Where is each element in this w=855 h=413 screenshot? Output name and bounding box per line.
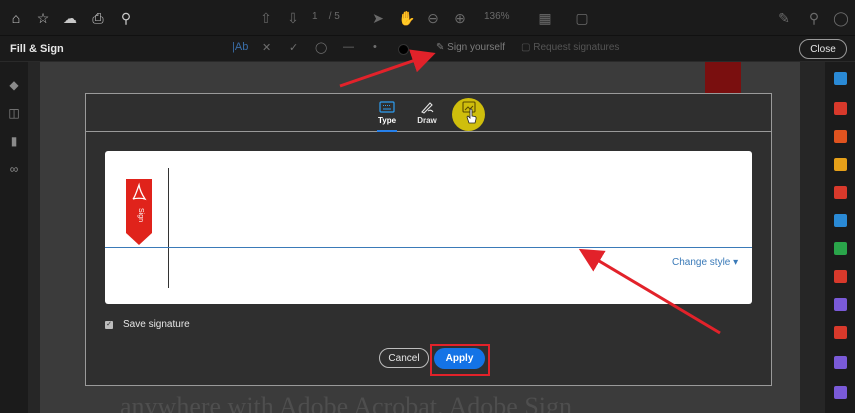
tab-type-label: Type <box>377 116 397 125</box>
create-pdf-icon[interactable] <box>834 102 847 115</box>
text-cursor <box>168 168 169 288</box>
document-red-block <box>705 62 741 94</box>
pages-icon[interactable]: ◫ <box>7 106 21 120</box>
hand-icon[interactable]: ✋ <box>398 10 415 26</box>
search-icon[interactable]: ⚲ <box>118 10 134 26</box>
save-signature-checkbox[interactable]: ✓ <box>105 321 113 329</box>
pen-icon: ✎ <box>436 42 445 53</box>
fill-sign-toolbar: Fill & Sign |Ab ✕ ✓ ◯ — • ✎ Sign yoursel… <box>0 36 855 62</box>
tab-draw-label: Draw <box>417 116 437 125</box>
active-tab-indicator <box>377 130 397 132</box>
signature-input-area[interactable]: Sign Change style ▾ <box>105 151 752 304</box>
zoom-in-icon[interactable]: ⊕ <box>452 10 468 26</box>
lock-icon[interactable]: ◆ <box>7 78 21 92</box>
star-icon[interactable]: ☆ <box>35 10 51 26</box>
fit-page-icon[interactable]: ▦ <box>537 10 553 26</box>
signature-baseline <box>105 247 752 248</box>
zoom-out-icon[interactable]: ⊖ <box>425 10 441 26</box>
cancel-button[interactable]: Cancel <box>379 348 429 368</box>
comment-icon[interactable]: ▢ <box>574 10 590 26</box>
compress-icon[interactable] <box>834 326 847 339</box>
fill-sign-title: Fill & Sign <box>10 43 64 55</box>
page-up-icon[interactable]: ⇧ <box>258 10 274 26</box>
bookmark-label: Sign <box>137 208 144 222</box>
tab-type[interactable]: Type <box>372 94 402 132</box>
pen-icon <box>421 102 434 114</box>
apply-button[interactable]: Apply <box>434 348 485 369</box>
fill-sign-tool-icon[interactable] <box>834 356 847 369</box>
home-icon[interactable]: ⌂ <box>8 10 24 26</box>
print-icon[interactable]: ⎙ <box>90 10 106 26</box>
hand-cursor-icon <box>466 108 477 124</box>
dot-tool-icon[interactable]: • <box>373 41 377 53</box>
save-signature-label: Save signature <box>123 319 190 330</box>
sign-icon[interactable]: ✎ <box>776 10 792 26</box>
page-indicator[interactable]: 1 / 5 <box>312 11 340 22</box>
share-icon[interactable]: ⚲ <box>806 10 822 26</box>
check-mark-icon[interactable]: ✓ <box>289 41 298 54</box>
select-cursor-icon[interactable]: ➤ <box>370 10 386 26</box>
add-text-tool[interactable]: |Ab <box>232 41 248 53</box>
color-picker[interactable] <box>398 44 409 55</box>
comment-tool-icon[interactable] <box>834 158 847 171</box>
redact-icon[interactable] <box>834 270 847 283</box>
document-icon: ▢ <box>521 42 531 53</box>
cloud-upload-icon[interactable]: ☁ <box>62 10 78 26</box>
sign-yourself-button[interactable]: ✎ Sign yourself <box>436 42 505 53</box>
combine-files-icon[interactable] <box>834 186 847 199</box>
change-style-link[interactable]: Change style ▾ <box>672 257 738 268</box>
protect-icon[interactable] <box>834 298 847 311</box>
attachment-icon[interactable]: ∞ <box>7 162 21 176</box>
left-sidebar: ◆ ◫ ▮ ∞ <box>0 62 28 413</box>
zoom-level[interactable]: 136% <box>484 11 510 22</box>
line-tool-icon[interactable]: — <box>343 41 354 53</box>
scan-ocr-icon[interactable] <box>834 242 847 255</box>
request-signatures-button[interactable]: ▢ Request signatures <box>521 42 619 53</box>
more-tools-icon[interactable] <box>834 386 847 399</box>
export-pdf-icon[interactable] <box>834 72 847 85</box>
right-sidebar <box>825 62 855 413</box>
signature-dialog: Type Draw Sign Change style ▾ ✓ Save sig… <box>85 93 772 386</box>
edit-pdf-icon[interactable] <box>834 130 847 143</box>
close-button[interactable]: Close <box>799 39 847 59</box>
document-text: anywhere with Adobe Acrobat. Adobe Sign <box>120 392 573 413</box>
signature-tabs: Type Draw <box>86 94 771 132</box>
organize-pages-icon[interactable] <box>834 214 847 227</box>
cross-mark-icon[interactable]: ✕ <box>262 41 271 54</box>
page-down-icon[interactable]: ⇩ <box>285 10 301 26</box>
top-toolbar: ⌂ ☆ ☁ ⎙ ⚲ ⇧ ⇩ 1 / 5 ➤ ✋ ⊖ ⊕ 136% ▦ ▢ ✎ ⚲… <box>0 0 855 36</box>
sign-here-bookmark-icon: Sign <box>126 179 152 245</box>
bookmark-icon[interactable]: ▮ <box>7 134 21 148</box>
circle-tool-icon[interactable]: ◯ <box>315 41 327 54</box>
keyboard-icon <box>379 101 395 113</box>
tab-draw[interactable]: Draw <box>412 94 442 132</box>
account-icon[interactable]: ◯ <box>833 10 849 26</box>
